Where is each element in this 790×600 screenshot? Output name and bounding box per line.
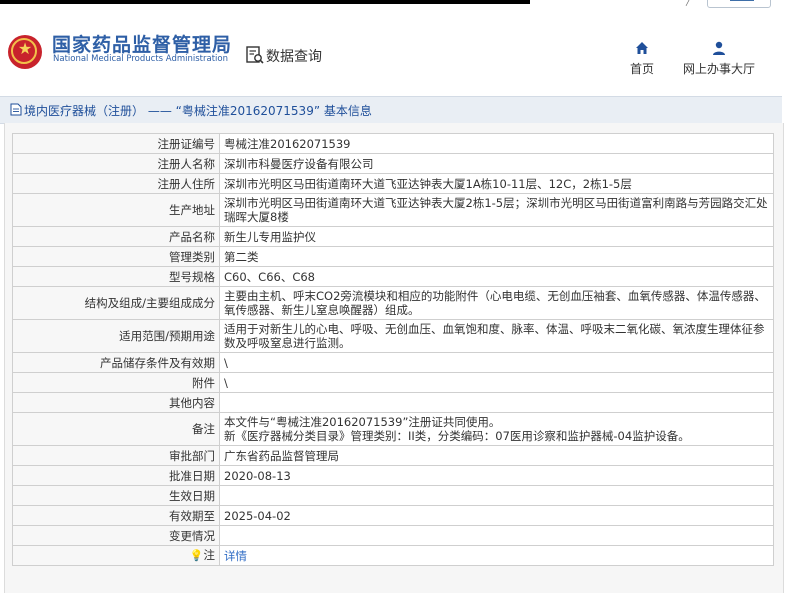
table-row: 型号规格 C60、C66、C68 [12, 266, 774, 287]
row-label: 变更情况 [12, 525, 220, 546]
table-row: 管理类别 第二类 [12, 246, 774, 267]
user-icon [713, 41, 725, 55]
details-link[interactable]: 详情 [224, 549, 247, 563]
data-query-icon[interactable] [246, 46, 264, 64]
row-label: 附件 [12, 372, 220, 393]
row-label: 注册人名称 [12, 153, 220, 174]
lightbulb-icon: 💡 [189, 549, 204, 562]
table-row: 审批部门 广东省药品监督管理局 [12, 445, 774, 466]
breadcrumb-text: 境内医疗器械（注册） —— “粤械注准20162071539” 基本信息 [24, 104, 372, 118]
row-value: 2025-04-02 [219, 505, 774, 526]
detail-panel: 注册证编号 粤械注准20162071539 注册人名称 深圳市科曼医疗设备有限公… [4, 123, 784, 593]
row-value: 本文件与“粤械注准20162071539”注册证共同使用。 新《医疗器械分类目录… [219, 412, 774, 446]
site-header: ★ 国家药品监督管理局 National Medical Products Ad… [0, 10, 790, 86]
row-value: 适用于对新生儿的心电、呼吸、无创血压、血氧饱和度、脉率、体温、呼吸末二氧化碳、氧… [219, 319, 774, 353]
home-icon [636, 42, 648, 54]
row-value: 深圳市光明区马田街道南环大道飞亚达钟表大厦2栋1-5层；深圳市光明区马田街道富利… [219, 193, 774, 227]
nav-home-label: 首页 [629, 62, 654, 76]
nav-online-hall[interactable]: 网上办事大厅 [679, 40, 759, 77]
row-label: 审批部门 [12, 445, 220, 466]
row-value: 深圳市科曼医疗设备有限公司 [219, 153, 774, 174]
document-icon [10, 103, 22, 116]
row-label: 管理类别 [12, 246, 220, 267]
row-value [219, 525, 774, 546]
table-row: 产品储存条件及有效期 \ [12, 352, 774, 373]
row-value: 深圳市光明区马田街道南环大道飞亚达钟表大厦1A栋10-11层、12C，2栋1-5… [219, 173, 774, 194]
table-row: 注册人住所 深圳市光明区马田街道南环大道飞亚达钟表大厦1A栋10-11层、12C… [12, 173, 774, 194]
row-label: 生效日期 [12, 485, 220, 506]
row-label: 生产地址 [12, 193, 220, 227]
row-value: C60、C66、C68 [219, 266, 774, 287]
row-label: 型号规格 [12, 266, 220, 287]
site-title[interactable]: 国家药品监督管理局 [52, 30, 232, 57]
breadcrumb: 境内医疗器械（注册） —— “粤械注准20162071539” 基本信息 [0, 96, 782, 124]
row-value: 粤械注准20162071539 [219, 133, 774, 154]
table-row: 备注 本文件与“粤械注准20162071539”注册证共同使用。 新《医疗器械分… [12, 412, 774, 446]
table-row: 变更情况 [12, 525, 774, 546]
row-value [219, 392, 774, 413]
site-subtitle: National Medical Products Administration [53, 54, 228, 64]
emblem-logo: ★ [8, 35, 42, 69]
registration-table: 注册证编号 粤械注准20162071539 注册人名称 深圳市科曼医疗设备有限公… [12, 133, 774, 566]
row-value: 详情 [219, 545, 774, 566]
row-label: 适用范围/预期用途 [12, 319, 220, 353]
row-value [219, 485, 774, 506]
top-search-button[interactable] [707, 0, 771, 8]
remark-line: 新《医疗器械分类目录》管理类别：II类，分类编码：07医用诊察和监护器械-04监… [224, 429, 690, 443]
row-value: 主要由主机、呼末CO2旁流模块和相应的功能附件（心电电缆、无创血压袖套、血氧传感… [219, 286, 774, 320]
table-row: 生效日期 [12, 485, 774, 506]
row-value: 第二类 [219, 246, 774, 267]
nav-online-label: 网上办事大厅 [682, 62, 755, 76]
row-label: 结构及组成/主要组成成分 [12, 286, 220, 320]
table-row: 批准日期 2020-08-13 [12, 465, 774, 486]
table-row: 注册人名称 深圳市科曼医疗设备有限公司 [12, 153, 774, 174]
table-row: 产品名称 新生儿专用监护仪 [12, 226, 774, 247]
row-value: \ [219, 352, 774, 373]
row-label: 注 [203, 548, 216, 562]
row-value: 2020-08-13 [219, 465, 774, 486]
top-strip [0, 0, 530, 4]
row-label: 批准日期 [12, 465, 220, 486]
table-row: 结构及组成/主要组成成分 主要由主机、呼末CO2旁流模块和相应的功能附件（心电电… [12, 286, 774, 320]
row-value: \ [219, 372, 774, 393]
table-row: 附件 \ [12, 372, 774, 393]
table-row: 适用范围/预期用途 适用于对新生儿的心电、呼吸、无创血压、血氧饱和度、脉率、体温… [12, 319, 774, 353]
row-value: 广东省药品监督管理局 [219, 445, 774, 466]
row-label: 注册人住所 [12, 173, 220, 194]
table-row: 生产地址 深圳市光明区马田街道南环大道飞亚达钟表大厦2栋1-5层；深圳市光明区马… [12, 193, 774, 227]
row-label: 有效期至 [12, 505, 220, 526]
row-label: 其他内容 [12, 392, 220, 413]
remark-line: 本文件与“粤械注准20162071539”注册证共同使用。 [224, 415, 501, 429]
row-value: 新生儿专用监护仪 [219, 226, 774, 247]
table-row: 注册证编号 粤械注准20162071539 [12, 133, 774, 154]
nav-home[interactable]: 首页 [625, 40, 659, 77]
note-label-cell: 💡注 [12, 545, 220, 566]
row-label: 备注 [12, 412, 220, 446]
table-row: 其他内容 [12, 392, 774, 413]
row-label: 产品名称 [12, 226, 220, 247]
table-row: 💡注 详情 [12, 545, 774, 566]
table-row: 有效期至 2025-04-02 [12, 505, 774, 526]
data-query-label[interactable]: 数据查询 [266, 46, 322, 66]
top-mark-icon: ╱ [686, 0, 691, 6]
row-label: 注册证编号 [12, 133, 220, 154]
row-label: 产品储存条件及有效期 [12, 352, 220, 373]
